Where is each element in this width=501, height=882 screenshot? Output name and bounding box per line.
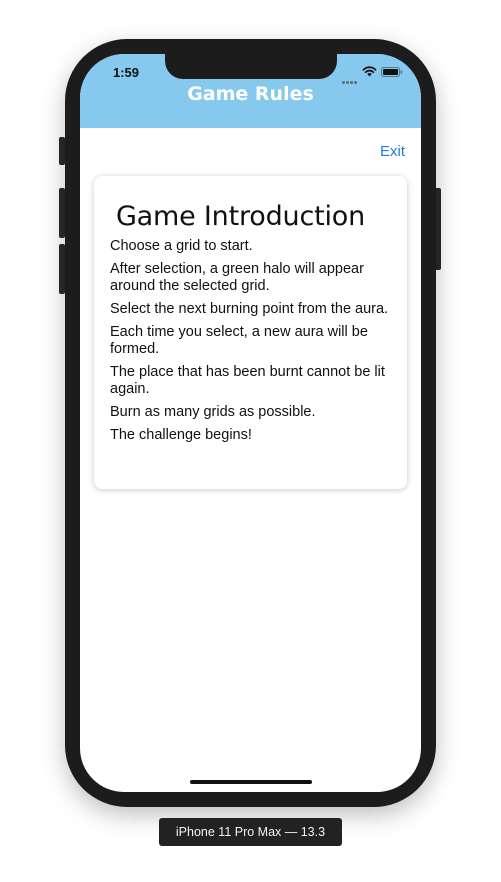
rules-list: Choose a grid to start. After selection,… <box>110 238 390 450</box>
rule-item: Choose a grid to start. <box>110 238 253 254</box>
wifi-icon <box>362 66 377 77</box>
rule-item: Burn as many grids as possible. <box>110 404 316 420</box>
device-label: iPhone 11 Pro Max — 13.3 <box>159 818 342 846</box>
home-indicator[interactable] <box>190 780 312 784</box>
rule-item: Each time you select, a new aura will be… <box>110 324 368 357</box>
phone-screen: 1:59 Game Rules Exit Game Introduction C… <box>80 54 421 792</box>
status-time: 1:59 <box>113 65 140 80</box>
rules-card: Game Introduction Choose a grid to start… <box>94 176 407 489</box>
signal-dots-icon <box>342 71 358 84</box>
notch <box>165 54 337 79</box>
rule-item: Select the next burning point from the a… <box>110 301 389 317</box>
card-title: Game Introduction <box>115 201 366 232</box>
rule-item: The place that has been burnt cannot be … <box>110 364 385 397</box>
navigation-bar: 1:59 Game Rules <box>80 54 421 128</box>
page-title: Game Rules <box>187 83 314 105</box>
battery-icon <box>381 67 403 77</box>
rule-item: The challenge begins! <box>110 427 252 443</box>
simulator-stage: 1:59 Game Rules Exit Game Introduction C… <box>0 0 501 882</box>
rule-item: After selection, a green halo will appea… <box>110 261 364 294</box>
exit-button[interactable]: Exit <box>380 143 405 160</box>
